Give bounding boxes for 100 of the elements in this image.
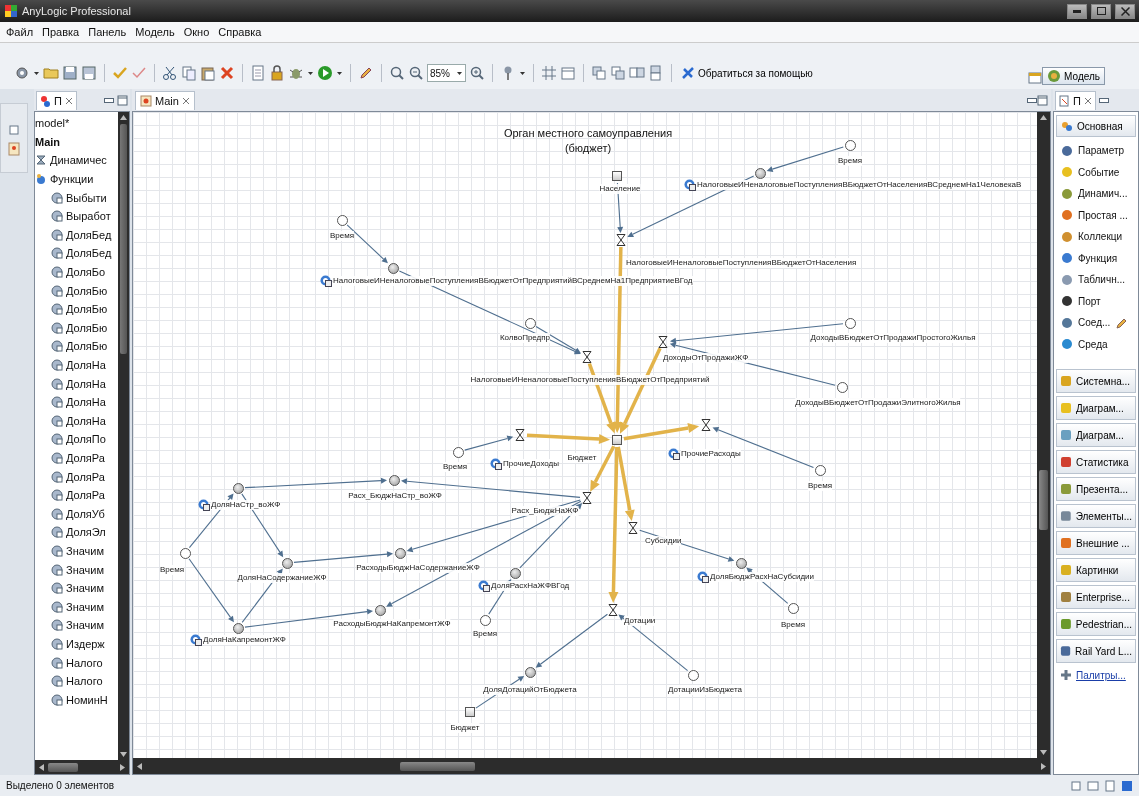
maximize-button[interactable] — [1091, 3, 1111, 19]
open-perspective-icon[interactable] — [1028, 71, 1043, 85]
zoom-out-icon[interactable] — [408, 65, 424, 81]
zoom-dropdown[interactable]: 85% — [427, 64, 466, 82]
calendar-icon[interactable] — [560, 65, 576, 81]
maximize-icon[interactable] — [1037, 94, 1048, 106]
caret-icon[interactable] — [307, 69, 314, 77]
scroll-thumb[interactable] — [400, 761, 475, 771]
delete-icon[interactable] — [219, 65, 235, 81]
minimize-button[interactable] — [1067, 3, 1087, 19]
tree-item[interactable]: Значим — [51, 560, 118, 579]
scrollbar[interactable] — [133, 758, 1050, 774]
check-icon[interactable] — [112, 65, 128, 81]
help-button[interactable]: Обратиться за помощью — [679, 66, 815, 80]
scroll-right-icon[interactable] — [120, 763, 126, 771]
tree-item[interactable]: model* — [35, 114, 118, 133]
panel-tab[interactable]: П — [1055, 90, 1096, 110]
zoom-in-icon[interactable] — [469, 65, 485, 81]
caret-icon[interactable] — [519, 69, 526, 77]
window-icon[interactable] — [1087, 779, 1099, 792]
document-icon[interactable] — [1104, 779, 1116, 792]
scroll-thumb[interactable] — [1039, 470, 1048, 530]
palette-group-button[interactable]: Enterprise... — [1056, 585, 1136, 609]
menu-item[interactable]: Справка — [218, 26, 262, 38]
palette-item[interactable]: Соед... — [1056, 312, 1136, 334]
close-icon[interactable] — [181, 96, 190, 105]
palette-group-button[interactable]: Внешние ... — [1056, 531, 1136, 555]
palette-item[interactable]: Событие — [1056, 161, 1136, 183]
tree-item[interactable]: ДоляБед — [51, 225, 118, 245]
tree-item[interactable]: ДоляНа — [51, 411, 118, 431]
tree-item[interactable]: Значим — [51, 578, 118, 598]
scrollbar[interactable] — [35, 760, 129, 774]
tree-item[interactable]: ДоляНа — [51, 392, 118, 412]
maximize-icon[interactable] — [117, 94, 128, 106]
layers-icon[interactable] — [610, 65, 626, 81]
menu-item[interactable]: Файл — [6, 26, 34, 38]
palette-section-button[interactable]: Основная — [1056, 115, 1136, 137]
tree-item[interactable]: ДоляБед — [51, 244, 118, 263]
tree-item[interactable]: ДоляНа — [51, 374, 118, 393]
scrollbar[interactable] — [1037, 112, 1050, 758]
palette-group-button[interactable]: Pedestrian... — [1056, 612, 1136, 636]
scroll-thumb[interactable] — [48, 762, 78, 772]
layers-icon[interactable] — [591, 65, 607, 81]
palette-item[interactable]: Динамич... — [1056, 183, 1136, 205]
grid-icon[interactable] — [541, 65, 557, 81]
tree-item[interactable]: ДоляРа — [51, 448, 118, 468]
editor-tab[interactable]: Main — [135, 90, 195, 110]
scroll-left-icon[interactable] — [136, 762, 142, 770]
scroll-up-icon[interactable] — [120, 114, 127, 120]
lock-icon[interactable] — [269, 65, 285, 81]
outline-icon[interactable] — [8, 142, 20, 156]
palette-item[interactable]: Функция — [1056, 247, 1136, 269]
palette-group-button[interactable]: Системна... — [1056, 369, 1136, 393]
tree-item[interactable]: Выработ — [51, 206, 118, 226]
palette-group-button[interactable]: Диаграм... — [1056, 396, 1136, 420]
layers-icon[interactable] — [629, 65, 645, 81]
palette-item[interactable]: Параметр — [1056, 140, 1136, 162]
tree-item[interactable]: Значим — [51, 597, 118, 617]
perspective-button[interactable]: Модель — [1042, 67, 1105, 85]
minimize-icon[interactable] — [1098, 97, 1109, 103]
close-button[interactable] — [1115, 3, 1135, 19]
restore-icon[interactable] — [1070, 779, 1082, 792]
tree-item[interactable]: ДоляРа — [51, 467, 118, 486]
tree-item[interactable]: Налого — [51, 653, 118, 672]
scroll-left-icon[interactable] — [38, 763, 44, 771]
tree-item[interactable]: ДоляУб — [51, 504, 118, 524]
minimize-icon[interactable] — [104, 97, 114, 103]
run-icon[interactable] — [317, 65, 333, 81]
pencil-icon[interactable] — [1115, 316, 1128, 329]
palette-item[interactable]: Порт — [1056, 290, 1136, 312]
minimize-icon[interactable] — [1027, 97, 1037, 103]
save-icon[interactable] — [62, 65, 78, 81]
palette-item[interactable]: Коллекци — [1056, 226, 1136, 248]
tree-item[interactable]: ДоляНа — [51, 355, 118, 375]
zoom-fit-icon[interactable] — [389, 65, 405, 81]
tree-item[interactable]: Значим — [51, 616, 118, 635]
scroll-right-icon[interactable] — [1041, 762, 1047, 770]
tree-item[interactable]: ДоляРа — [51, 485, 118, 505]
scissors-icon[interactable] — [162, 65, 178, 81]
palette-group-button[interactable]: Диаграм... — [1056, 423, 1136, 447]
pencil-icon[interactable] — [358, 65, 374, 81]
restore-icon[interactable] — [8, 124, 20, 136]
menu-item[interactable]: Панель — [88, 26, 127, 38]
tree-item[interactable]: Функции — [35, 169, 118, 189]
tree-item[interactable]: ДоляБю — [51, 299, 118, 319]
tree-item[interactable]: ДоляБо — [51, 262, 118, 282]
paste-icon[interactable] — [200, 65, 216, 81]
tree-item[interactable]: Выбыти — [51, 188, 118, 207]
check-icon[interactable] — [131, 65, 147, 81]
scrollbar[interactable] — [118, 112, 129, 760]
scroll-down-icon[interactable] — [1040, 750, 1047, 756]
palette-item[interactable]: Простая ... — [1056, 204, 1136, 226]
tree-item[interactable]: ДоляЭл — [51, 523, 118, 542]
caret-icon[interactable] — [336, 69, 343, 77]
tree-item[interactable]: ДоляБю — [51, 281, 118, 300]
caret-icon[interactable] — [33, 69, 40, 77]
palettes-link[interactable]: Палитры... — [1076, 669, 1126, 681]
copy-icon[interactable] — [181, 65, 197, 81]
tree-item[interactable]: Main — [35, 132, 118, 152]
panel-tab[interactable]: П — [36, 90, 77, 110]
